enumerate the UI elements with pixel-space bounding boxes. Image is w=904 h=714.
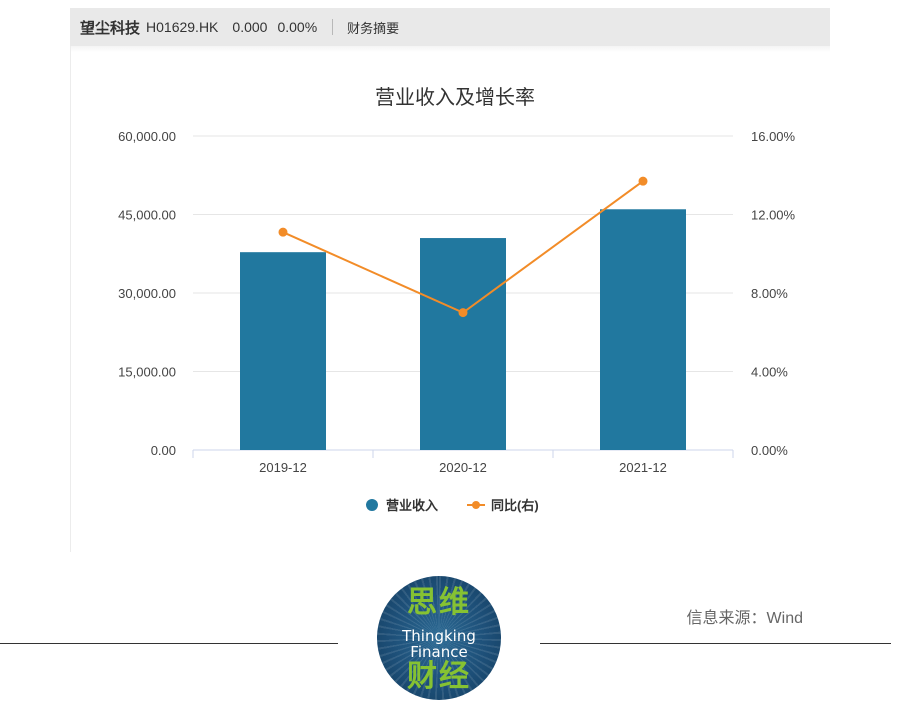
data-source-label: 信息来源：Wind [686,610,803,627]
y-left-tick-label: 15,000.00 [118,365,176,380]
revenue-bars [240,209,686,450]
y-right-tick-label: 12.00% [751,208,796,223]
growth-point [638,176,648,186]
y-left-tick-label: 0.00 [151,443,176,458]
footer-divider-right [540,643,891,644]
legend-label-revenue: 营业收入 [386,498,438,513]
revenue-bar [240,252,326,450]
chart-title: 营业收入及增长率 [375,86,535,109]
y-left-tick-label: 30,000.00 [118,286,176,301]
y-right-tick-label: 0.00% [751,443,788,458]
growth-point [458,308,468,318]
legend-item-growth[interactable]: 同比(右) [467,498,539,513]
x-tick-label: 2020-12 [439,460,487,475]
y-right-tick-label: 16.00% [751,129,796,144]
y-right-tick-label: 8.00% [751,286,788,301]
legend[interactable]: 营业收入 同比(右) [366,498,539,513]
y-left-tick-label: 60,000.00 [118,129,176,144]
revenue-bar [600,209,686,450]
revenue-bar [420,238,506,450]
legend-swatch-revenue [366,499,378,511]
legend-label-growth: 同比(右) [491,498,539,513]
growth-point [278,227,288,237]
x-tick-label: 2019-12 [259,460,307,475]
legend-swatch-growth-dot [472,501,480,509]
footer-divider-left [0,643,338,644]
y-right-tick-label: 4.00% [751,365,788,380]
legend-item-revenue[interactable]: 营业收入 [366,498,438,513]
x-tick-label: 2021-12 [619,460,667,475]
y-left-tick-label: 45,000.00 [118,208,176,223]
thinking-finance-logo: 思维 Thingking Finance 财经 [377,576,501,700]
